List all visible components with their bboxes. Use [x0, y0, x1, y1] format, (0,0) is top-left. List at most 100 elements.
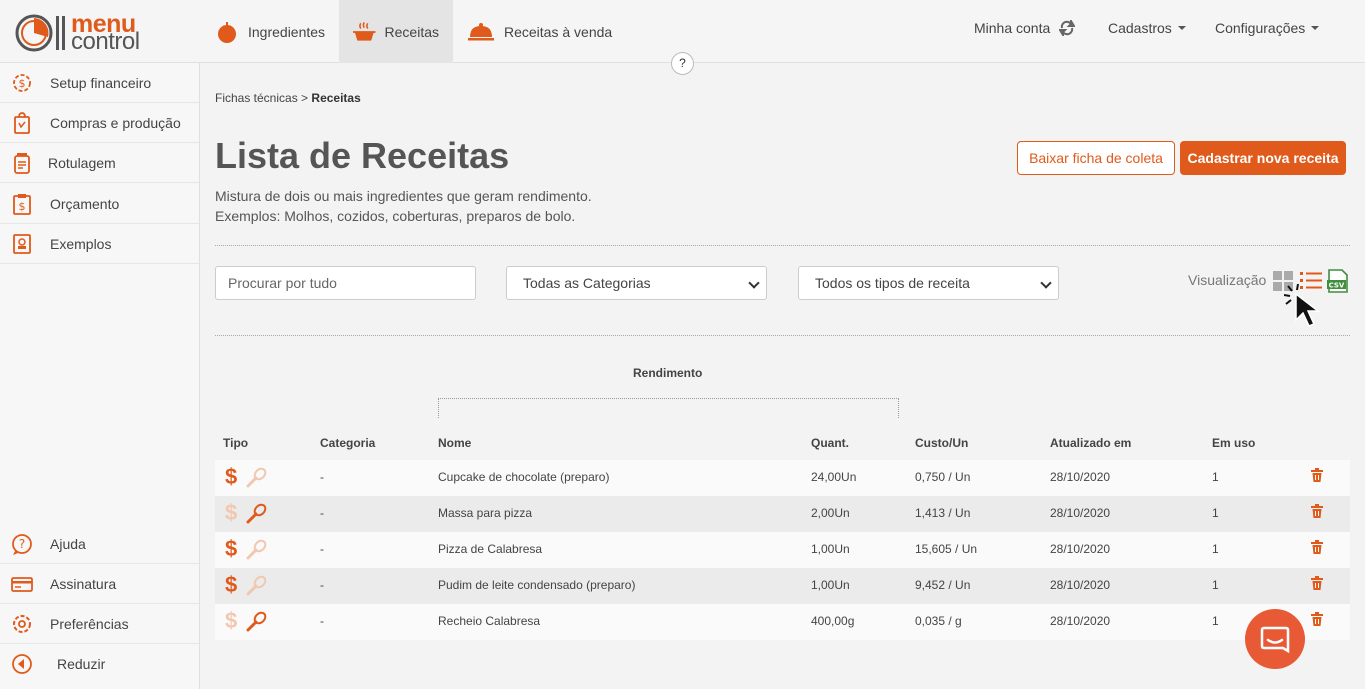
- sidebar-item-exemplos[interactable]: Exemplos: [0, 224, 199, 264]
- svg-text:$: $: [19, 77, 26, 90]
- cell-nome[interactable]: Pizza de Calabresa: [438, 542, 542, 556]
- sidebar-item-assinatura[interactable]: Assinatura: [0, 564, 199, 604]
- col-header-custo[interactable]: Custo/Un: [915, 436, 968, 450]
- cell-atualizado: 28/10/2020: [1050, 506, 1111, 520]
- col-header-em-uso[interactable]: Em uso: [1212, 436, 1255, 450]
- help-button[interactable]: ?: [671, 52, 694, 75]
- col-header-tipo[interactable]: Tipo: [223, 436, 248, 450]
- new-recipe-button[interactable]: Cadastrar nova receita: [1180, 141, 1346, 175]
- tab-ingredientes-label: Ingredientes: [248, 23, 326, 40]
- cell-quant: 24,00Un: [811, 470, 857, 484]
- configuracoes-dropdown[interactable]: Configurações: [1215, 0, 1320, 56]
- cell-nome[interactable]: Pudim de leite condensado (preparo): [438, 578, 635, 592]
- description-line-2: Exemplos: Molhos, cozidos, coberturas, p…: [215, 208, 576, 224]
- col-header-categoria[interactable]: Categoria: [320, 436, 375, 450]
- table-row[interactable]: $ - Massa para pizza 2,00Un 1,413 / Un 28/10/…: [215, 496, 1350, 532]
- sidebar-item-preferencias[interactable]: Preferências: [0, 604, 199, 644]
- cell-custo: 15,605 / Un: [915, 542, 978, 556]
- download-form-button[interactable]: Baixar ficha de coleta: [1017, 141, 1175, 175]
- search-input[interactable]: Procurar por tudo: [215, 266, 476, 300]
- chevron-down-icon: [1311, 26, 1320, 30]
- cell-em-uso: 1: [1212, 614, 1219, 628]
- category-select[interactable]: Todas as Categorias: [506, 266, 767, 300]
- cloche-icon: [468, 22, 494, 40]
- chevron-down-icon: [748, 277, 760, 289]
- breadcrumb-separator: >: [301, 91, 309, 105]
- sidebar-item-label: Compras e produção: [50, 114, 181, 131]
- menucontrol-logo[interactable]: menu control: [14, 12, 154, 54]
- divider: [215, 335, 1350, 336]
- trash-icon[interactable]: [1311, 576, 1323, 590]
- cell-atualizado: 28/10/2020: [1050, 470, 1111, 484]
- collapse-icon: [12, 654, 32, 674]
- cadastros-label: Cadastros: [1108, 20, 1172, 36]
- account-menu[interactable]: Minha conta: [974, 0, 1076, 56]
- cell-atualizado: 28/10/2020: [1050, 614, 1111, 628]
- recipe-type-select[interactable]: Todos os tipos de receita: [798, 266, 1059, 300]
- table-row[interactable]: $ - Pizza de Calabresa 1,00Un 15,605 / Un 28/…: [215, 532, 1350, 568]
- sidebar-item-setup-financeiro[interactable]: $ Setup financeiro: [0, 63, 199, 103]
- sidebar: $ Setup financeiro Compras e produção Ro…: [0, 63, 200, 689]
- account-label: Minha conta: [974, 20, 1051, 36]
- chat-launcher-button[interactable]: [1245, 609, 1305, 669]
- cell-em-uso: 1: [1212, 542, 1219, 556]
- sidebar-item-label: Exemplos: [50, 235, 112, 252]
- table-row[interactable]: $ - Cupcake de chocolate (preparo) 24,00Un 0…: [215, 460, 1350, 496]
- tab-receitas-a-venda[interactable]: Receitas à venda: [453, 0, 626, 63]
- sidebar-item-label: Assinatura: [50, 575, 117, 592]
- gear-dollar-icon: $: [13, 74, 31, 92]
- cell-categoria: -: [320, 542, 324, 556]
- col-header-nome[interactable]: Nome: [438, 436, 471, 450]
- cell-nome[interactable]: Cupcake de chocolate (preparo): [438, 470, 609, 484]
- yield-group-header: Rendimento: [633, 366, 703, 380]
- pot-icon: [353, 21, 376, 41]
- col-header-quant[interactable]: Quant.: [811, 436, 849, 450]
- logo-word-control: control: [71, 28, 140, 55]
- cell-atualizado: 28/10/2020: [1050, 578, 1111, 592]
- sidebar-item-compras[interactable]: Compras e produção: [0, 103, 199, 143]
- trash-icon[interactable]: [1311, 504, 1323, 518]
- cell-categoria: -: [320, 614, 324, 628]
- cell-quant: 1,00Un: [811, 578, 850, 592]
- logo-plate-icon: [15, 14, 65, 52]
- divider: [215, 245, 1350, 246]
- label-jar-icon: [14, 153, 30, 174]
- trash-icon[interactable]: [1311, 540, 1323, 554]
- sidebar-item-rotulagem[interactable]: Rotulagem: [0, 143, 199, 183]
- sidebar-item-label: Reduzir: [57, 656, 106, 672]
- col-header-atualizado[interactable]: Atualizado em: [1050, 436, 1131, 450]
- chevron-down-icon: [1177, 26, 1186, 30]
- sidebar-item-orcamento[interactable]: $ Orçamento: [0, 184, 199, 224]
- trash-icon[interactable]: [1311, 612, 1323, 626]
- breadcrumb-parent[interactable]: Fichas técnicas: [215, 91, 298, 105]
- dollar-icon: $: [225, 608, 238, 633]
- cell-nome[interactable]: Recheio Calabresa: [438, 614, 540, 628]
- table-row[interactable]: $ - Pudim de leite condensado (preparo) 1,0…: [215, 568, 1350, 604]
- page-description: Mistura de dois ou mais ingredientes que…: [215, 186, 592, 226]
- table-row[interactable]: $ - Recheio Calabresa 400,00g 0,035 / g 28/10…: [215, 604, 1350, 640]
- cell-atualizado: 28/10/2020: [1050, 542, 1111, 556]
- sidebar-item-label: Preferências: [50, 615, 129, 632]
- whisk-icon: [246, 467, 267, 488]
- tab-receitas[interactable]: Receitas: [339, 0, 453, 63]
- trash-icon[interactable]: [1311, 468, 1323, 482]
- sidebar-item-reduzir[interactable]: Reduzir: [0, 644, 199, 684]
- page-title: Lista de Receitas: [215, 135, 510, 176]
- cell-categoria: -: [320, 470, 324, 484]
- cell-quant: 1,00Un: [811, 542, 850, 556]
- cell-em-uso: 1: [1212, 506, 1219, 520]
- cadastros-dropdown[interactable]: Cadastros: [1108, 0, 1186, 56]
- whisk-icon: [246, 611, 267, 632]
- tomato-icon: [218, 21, 236, 43]
- whisk-icon: [246, 575, 267, 596]
- sidebar-item-ajuda[interactable]: ? Ajuda: [0, 524, 199, 564]
- cell-quant: 2,00Un: [811, 506, 850, 520]
- cell-nome[interactable]: Massa para pizza: [438, 506, 532, 520]
- sidebar-item-label: Setup financeiro: [50, 74, 152, 91]
- cell-custo: 0,750 / Un: [915, 470, 971, 484]
- mouse-cursor-icon: [1284, 284, 1321, 327]
- cell-quant: 400,00g: [811, 614, 855, 628]
- cell-custo: 1,413 / Un: [915, 506, 971, 520]
- tab-ingredientes[interactable]: Ingredientes: [201, 0, 339, 63]
- sidebar-item-label: Orçamento: [50, 195, 120, 212]
